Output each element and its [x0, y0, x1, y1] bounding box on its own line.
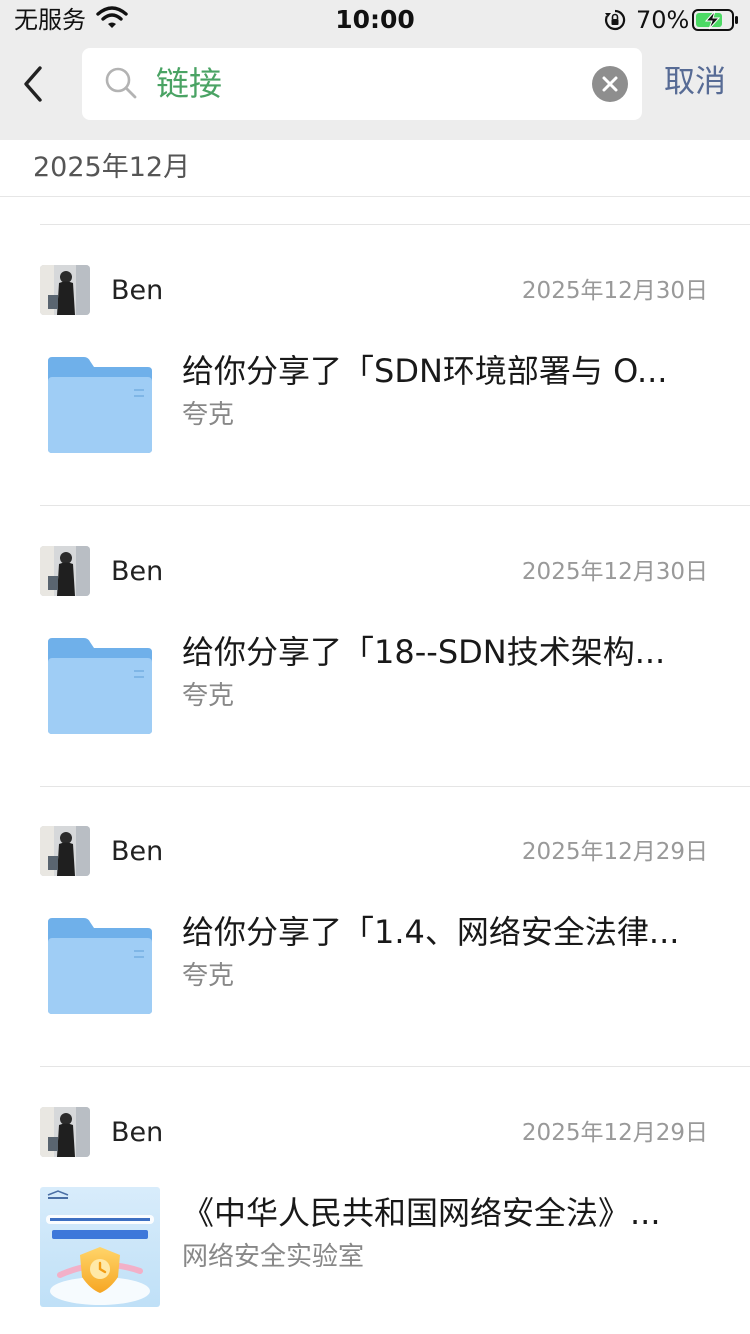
- avatar: [40, 265, 90, 315]
- folder-icon: [48, 357, 152, 453]
- close-icon: [602, 76, 618, 92]
- sender-name: Ben: [111, 556, 164, 587]
- message-date: 2025年12月30日: [521, 278, 708, 304]
- link-result-item[interactable]: Ben 2025年12月30日 给你分享了「18--SDN技术架构... 夸克: [0, 506, 750, 786]
- message-date: 2025年12月29日: [521, 839, 708, 865]
- cancel-button[interactable]: 取消: [664, 60, 726, 104]
- item-title: 给你分享了「1.4、网络安全法律...: [182, 913, 680, 951]
- avatar: [40, 1107, 90, 1157]
- battery-charging-icon: [692, 9, 738, 31]
- item-source: 夸克: [182, 681, 235, 711]
- link-result-item[interactable]: Ben 2025年12月30日 给你分享了「SDN环境部署与 O... 夸克: [0, 225, 750, 505]
- back-button[interactable]: [14, 62, 54, 106]
- sender-name: Ben: [111, 836, 164, 867]
- item-title: 《中华人民共和国网络安全法》...: [182, 1194, 661, 1232]
- sender-name: Ben: [111, 275, 164, 306]
- message-date: 2025年12月30日: [521, 559, 708, 585]
- folder-icon: [48, 638, 152, 734]
- folder-icon: [48, 918, 152, 1014]
- search-input[interactable]: 链接: [82, 48, 642, 120]
- status-bar: 无服务 10:00 70%: [0, 0, 750, 40]
- message-date: 2025年12月29日: [521, 1120, 708, 1146]
- month-section-header: 2025年12月: [0, 140, 750, 197]
- item-source: 夸克: [182, 961, 235, 991]
- month-label: 2025年12月: [33, 152, 191, 183]
- rotation-lock-icon: [604, 9, 626, 31]
- item-source: 网络安全实验室: [182, 1242, 365, 1272]
- search-results-screen: 无服务 10:00 70% 链接 取消 2025年12月 Ben 2025年12…: [0, 0, 750, 1334]
- avatar: [40, 826, 90, 876]
- chevron-left-icon: [24, 66, 42, 102]
- link-result-item[interactable]: Ben 2025年12月29日 给你分享了「1.4、网络安全法律... 夸克: [0, 786, 750, 1066]
- item-title: 给你分享了「18--SDN技术架构...: [182, 633, 666, 671]
- clear-search-button[interactable]: [592, 66, 628, 102]
- item-source: 夸克: [182, 400, 235, 430]
- search-icon: [105, 67, 137, 99]
- link-result-item[interactable]: Ben 2025年12月29日 《中华人民共和国网络安全法》... 网络安全实验…: [0, 1067, 750, 1334]
- avatar: [40, 546, 90, 596]
- battery-percent: 70%: [636, 6, 690, 34]
- search-query-text[interactable]: 链接: [156, 62, 222, 106]
- article-thumbnail: [40, 1187, 160, 1307]
- sender-name: Ben: [111, 1117, 164, 1148]
- item-title: 给你分享了「SDN环境部署与 O...: [182, 352, 668, 390]
- search-header: 链接 取消: [0, 40, 750, 140]
